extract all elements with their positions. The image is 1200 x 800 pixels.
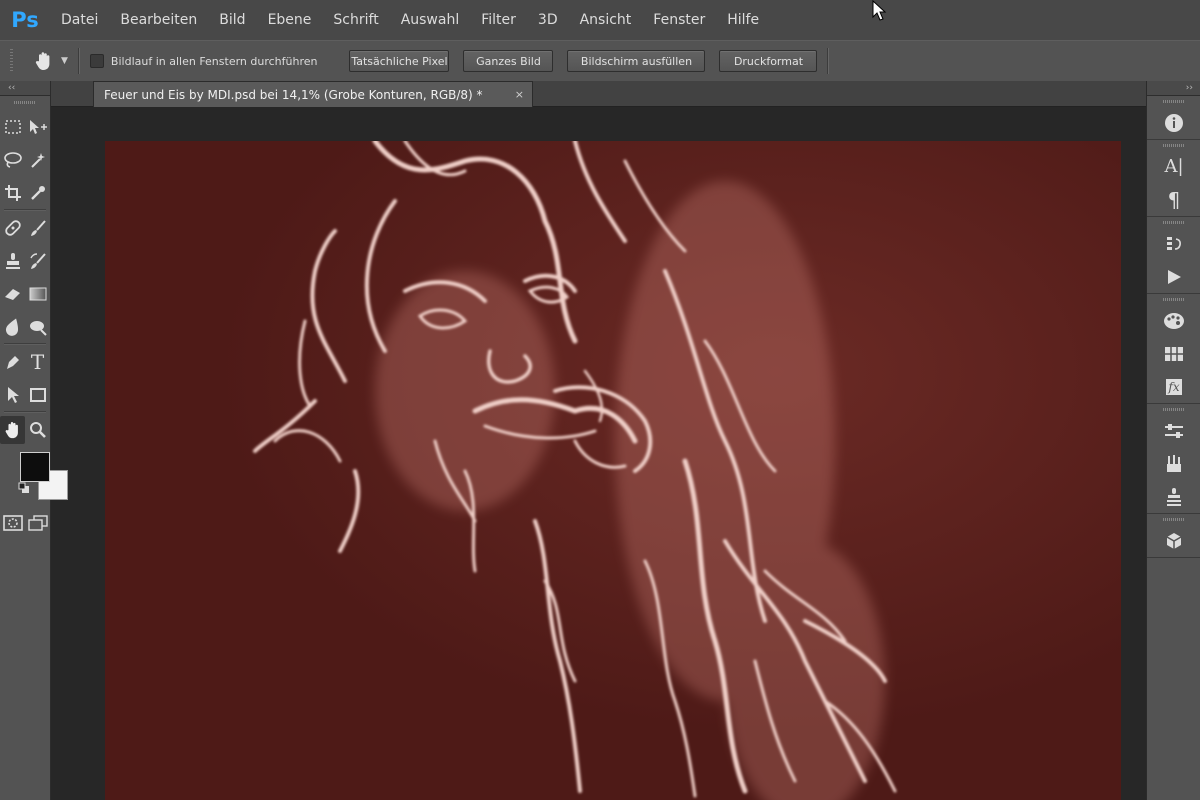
menu-auswahl[interactable]: Auswahl: [390, 12, 471, 28]
panel-group-grip[interactable]: [1163, 100, 1185, 103]
document-tab-title: Feuer und Eis by MDI.psd bei 14,1% (Grob…: [104, 87, 483, 102]
clone-stamp-icon[interactable]: [0, 247, 25, 275]
panel-group-grip[interactable]: [1163, 144, 1185, 147]
eyedropper-icon[interactable]: [25, 179, 50, 207]
color-icon[interactable]: [1147, 304, 1200, 337]
menu-fenster[interactable]: Fenster: [642, 12, 716, 28]
zoom-icon[interactable]: [25, 416, 50, 444]
gradient-icon[interactable]: [25, 280, 50, 308]
type-icon[interactable]: T: [25, 348, 50, 376]
tool-preset-dropdown-icon[interactable]: ▼: [61, 56, 68, 66]
paragraph-icon[interactable]: ¶: [1147, 183, 1200, 216]
history-brush-icon[interactable]: [25, 247, 50, 275]
fit-screen-button[interactable]: Ganzes Bild: [463, 50, 554, 72]
panel-group-grip[interactable]: [1163, 298, 1185, 301]
styles-icon[interactable]: fx: [1147, 370, 1200, 403]
adjustments-icon[interactable]: [1147, 414, 1200, 447]
fill-screen-button[interactable]: Bildschirm ausfüllen: [567, 50, 706, 72]
scroll-all-windows-checkbox[interactable]: [89, 54, 104, 68]
print-size-button[interactable]: Druckformat: [719, 50, 818, 72]
magic-wand-icon[interactable]: [25, 146, 50, 174]
brushes-icon[interactable]: [1147, 447, 1200, 480]
screen-mode-icon[interactable]: [25, 509, 50, 537]
move-icon[interactable]: [25, 113, 50, 141]
panel-group-grip[interactable]: [1163, 518, 1185, 521]
tools-panel-grip[interactable]: [14, 101, 36, 104]
brush-icon[interactable]: [25, 214, 50, 242]
styles-icon-label: fx: [1168, 379, 1180, 394]
panel-group-grip[interactable]: [1163, 408, 1185, 411]
character-icon[interactable]: A|: [1147, 150, 1200, 183]
eraser-icon[interactable]: [0, 280, 25, 308]
rectangle-icon[interactable]: [25, 381, 50, 409]
pen-icon[interactable]: [0, 348, 25, 376]
history-icon[interactable]: [1147, 227, 1200, 260]
default-colors-icon[interactable]: [18, 482, 30, 494]
menu-datei[interactable]: Datei: [50, 12, 109, 28]
collapse-tools-icon[interactable]: ‹‹: [0, 81, 50, 96]
hand-icon[interactable]: [33, 50, 55, 72]
foreground-color-swatch[interactable]: [20, 452, 50, 482]
marquee-icon[interactable]: [0, 113, 25, 141]
menu-bar: Ps Datei Bearbeiten Bild Ebene Schrift A…: [0, 0, 1200, 40]
menu-bild[interactable]: Bild: [208, 12, 256, 28]
canvas-pasteboard[interactable]: [51, 107, 1146, 800]
menu-ebene[interactable]: Ebene: [257, 12, 323, 28]
right-panel-dock: ›› A| ¶ fx: [1146, 81, 1200, 800]
menu-filter[interactable]: Filter: [470, 12, 527, 28]
tools-panel: ‹‹ T: [0, 81, 72, 800]
scroll-all-windows-label: Bildlauf in allen Fenstern durchführen: [110, 54, 318, 68]
options-bar: ▼ Bildlauf in allen Fenstern durchführen…: [0, 40, 1200, 82]
menu-schrift[interactable]: Schrift: [322, 12, 389, 28]
expand-panels-icon[interactable]: ››: [1147, 81, 1200, 96]
blur-icon[interactable]: [0, 313, 25, 341]
menu-hilfe[interactable]: Hilfe: [716, 12, 770, 28]
path-selection-icon[interactable]: [0, 381, 25, 409]
panel-group-grip[interactable]: [1163, 221, 1185, 224]
lasso-icon[interactable]: [0, 146, 25, 174]
canvas-image[interactable]: [105, 141, 1121, 800]
menu-bearbeiten[interactable]: Bearbeiten: [109, 12, 208, 28]
actual-pixels-button[interactable]: Tatsächliche Pixel: [349, 50, 450, 72]
options-separator: [827, 48, 830, 74]
options-separator: [77, 48, 80, 74]
hand-icon[interactable]: [0, 415, 25, 444]
quick-mask-icon[interactable]: [0, 509, 25, 537]
menu-ansicht[interactable]: Ansicht: [569, 12, 643, 28]
mouse-cursor-icon: [872, 0, 887, 21]
document-area: Feuer und Eis by MDI.psd bei 14,1% (Grob…: [51, 81, 1146, 800]
tab-strip-spacer: [51, 81, 93, 106]
clone-source-icon[interactable]: [1147, 480, 1200, 513]
actions-icon[interactable]: [1147, 260, 1200, 293]
document-tab-strip: Feuer und Eis by MDI.psd bei 14,1% (Grob…: [51, 81, 1146, 107]
info-icon[interactable]: [1147, 106, 1200, 139]
close-tab-icon[interactable]: ×: [515, 88, 524, 101]
swatches-icon[interactable]: [1147, 337, 1200, 370]
crop-icon[interactable]: [0, 179, 25, 207]
document-tab[interactable]: Feuer und Eis by MDI.psd bei 14,1% (Grob…: [93, 81, 533, 107]
healing-brush-icon[interactable]: [0, 214, 25, 242]
options-bar-grip[interactable]: [10, 49, 13, 73]
canvas-background: [105, 141, 1121, 800]
photoshop-logo[interactable]: Ps: [0, 8, 50, 32]
color-swatches: [0, 446, 72, 510]
menu-3d[interactable]: 3D: [527, 12, 569, 28]
3d-icon[interactable]: [1147, 524, 1200, 557]
dodge-icon[interactable]: [25, 313, 50, 341]
